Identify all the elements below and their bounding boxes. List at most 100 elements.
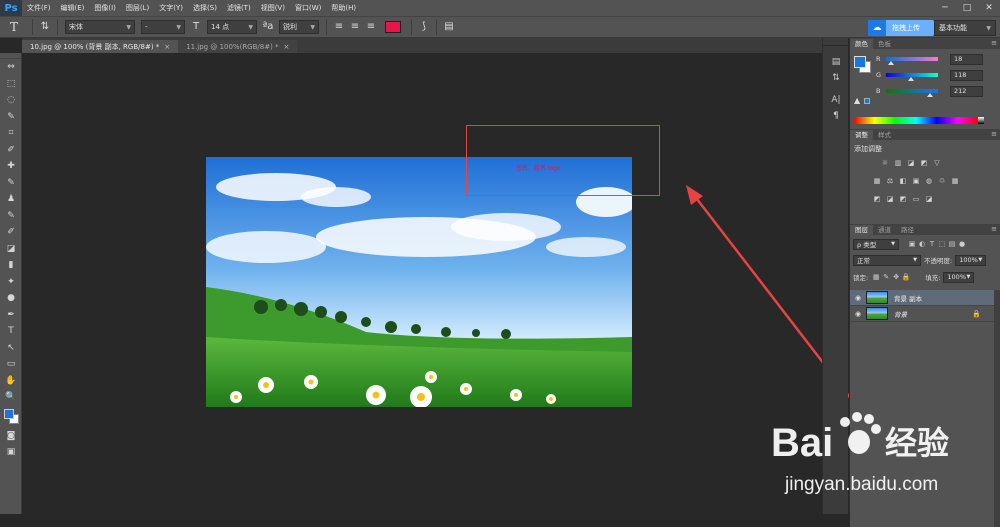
- lock-paint-icon[interactable]: ✎: [881, 273, 891, 281]
- green-slider[interactable]: [886, 73, 938, 81]
- align-center-icon[interactable]: ≡: [347, 19, 363, 35]
- photo-filter-icon[interactable]: ◍: [924, 176, 934, 186]
- lock-transparent-icon[interactable]: ▦: [871, 273, 881, 281]
- tool-preset-icon[interactable]: ⇅: [823, 70, 849, 86]
- curves-icon[interactable]: ◪: [906, 158, 916, 168]
- gamut-swatch[interactable]: [864, 98, 870, 104]
- dodge-tool-icon[interactable]: ✦: [0, 274, 22, 291]
- tab-color[interactable]: 颜色: [850, 39, 873, 49]
- brightness-icon[interactable]: ☼: [880, 158, 890, 168]
- eye-icon[interactable]: ◉: [850, 294, 866, 302]
- stamp-tool-icon[interactable]: ♟: [0, 191, 22, 208]
- pen-tool-icon[interactable]: ✒: [0, 307, 22, 324]
- path-select-tool-icon[interactable]: ↖: [0, 340, 22, 357]
- levels-icon[interactable]: ▥: [893, 158, 903, 168]
- marquee-tool-icon[interactable]: ⬚: [0, 76, 22, 93]
- blue-slider[interactable]: [886, 89, 938, 97]
- history-brush-icon[interactable]: ✎: [0, 208, 22, 225]
- type-tool-icon[interactable]: T: [0, 20, 28, 34]
- posterize-icon[interactable]: ◪: [885, 194, 895, 204]
- foreground-color[interactable]: [4, 408, 14, 419]
- close-icon[interactable]: ×: [164, 43, 170, 51]
- red-slider[interactable]: [886, 57, 938, 65]
- close-icon[interactable]: ×: [284, 43, 290, 51]
- panel-menu-icon[interactable]: ≡: [991, 130, 997, 138]
- gradient-triangle-icon[interactable]: ▽: [932, 158, 942, 168]
- tab-paths[interactable]: 路径: [896, 225, 919, 235]
- maximize-button[interactable]: □: [956, 0, 978, 16]
- menu-item[interactable]: 文件(F): [22, 3, 56, 13]
- hue-saturation-icon[interactable]: ⚖: [885, 176, 895, 186]
- history-icon[interactable]: ▤: [823, 54, 849, 70]
- green-value-input[interactable]: 118: [950, 69, 983, 81]
- quick-select-tool-icon[interactable]: ✎: [0, 109, 22, 126]
- align-right-icon[interactable]: ≡: [363, 19, 379, 35]
- black-white-icon[interactable]: ▣: [911, 176, 921, 186]
- filter-smart-icon[interactable]: ▤: [947, 240, 957, 248]
- fill-input[interactable]: 100% ▼: [943, 271, 975, 283]
- cloud-upload-button[interactable]: ☁ 拖拽上传: [868, 20, 934, 36]
- menu-item[interactable]: 窗口(W): [290, 3, 326, 13]
- slider-thumb[interactable]: [888, 61, 894, 65]
- tab-styles[interactable]: 样式: [873, 130, 896, 140]
- paragraph-icon[interactable]: ¶: [823, 108, 849, 124]
- menu-item[interactable]: 视图(V): [256, 3, 290, 13]
- screen-mode-icon[interactable]: ▣: [0, 444, 22, 461]
- font-style-select[interactable]: - ▼: [141, 20, 185, 34]
- slider-thumb[interactable]: [908, 77, 914, 81]
- lasso-tool-icon[interactable]: ◌: [0, 92, 22, 109]
- color-spectrum[interactable]: [854, 117, 978, 124]
- filter-pixel-icon[interactable]: ▣: [907, 240, 917, 248]
- lock-move-icon[interactable]: ✥: [891, 273, 901, 281]
- color-panel-foreground[interactable]: [854, 56, 866, 68]
- warp-text-icon[interactable]: ⟆: [416, 19, 432, 35]
- character-panel-icon[interactable]: ▤: [441, 19, 457, 35]
- invert-icon[interactable]: ◩: [872, 194, 882, 204]
- layer-kind-select[interactable]: ρ 类型 ▼: [853, 238, 899, 250]
- blue-value-input[interactable]: 212: [950, 85, 983, 97]
- color-swatches[interactable]: [0, 406, 22, 428]
- menu-item[interactable]: 滤镜(T): [222, 3, 256, 13]
- color-lookup-icon[interactable]: ▦: [950, 176, 960, 186]
- workspace-select[interactable]: 基本功能 ▼: [934, 20, 996, 36]
- font-family-select[interactable]: 宋体 ▼: [65, 20, 135, 34]
- layer-row[interactable]: ◉ 背景 副本: [850, 290, 1000, 306]
- vibrance-icon[interactable]: ▦: [872, 176, 882, 186]
- menu-item[interactable]: 编辑(E): [56, 3, 90, 13]
- tab-adjustments[interactable]: 调整: [850, 130, 873, 140]
- quick-mask-icon[interactable]: ◙: [0, 428, 22, 445]
- threshold-icon[interactable]: ◩: [898, 194, 908, 204]
- tab-swatches[interactable]: 色板: [873, 39, 896, 49]
- filter-toggle-icon[interactable]: ●: [957, 240, 967, 248]
- filter-type-icon[interactable]: T: [927, 240, 937, 248]
- menu-item[interactable]: 图像(I): [89, 3, 121, 13]
- type-tool-icon[interactable]: T: [0, 323, 22, 340]
- menu-item[interactable]: 帮助(H): [326, 3, 361, 13]
- antialias-select[interactable]: 锐利 ▼: [279, 20, 319, 34]
- slider-thumb[interactable]: [927, 93, 933, 97]
- text-color-swatch[interactable]: [385, 21, 401, 33]
- red-value-input[interactable]: 18: [950, 53, 983, 65]
- panel-menu-icon[interactable]: ≡: [991, 39, 997, 47]
- healing-tool-icon[interactable]: ✚: [0, 158, 22, 175]
- tab-layers[interactable]: 图层: [850, 225, 873, 235]
- close-button[interactable]: ✕: [978, 0, 1000, 16]
- gradient-map-icon[interactable]: ▭: [911, 194, 921, 204]
- tab-channels[interactable]: 通道: [873, 225, 896, 235]
- gradient-tool-icon[interactable]: ◪: [0, 241, 22, 258]
- minimize-button[interactable]: ─: [934, 0, 956, 16]
- eyedropper-tool-icon[interactable]: ✐: [0, 142, 22, 159]
- character-icon[interactable]: A|: [823, 92, 849, 108]
- color-balance-icon[interactable]: ◧: [898, 176, 908, 186]
- lock-all-icon[interactable]: 🔒: [901, 273, 911, 281]
- blur-tool-icon[interactable]: ▮: [0, 257, 22, 274]
- eraser-tool-icon[interactable]: ✐: [0, 224, 22, 241]
- layer-row[interactable]: ◉ 背景 🔒: [850, 306, 1000, 322]
- exposure-icon[interactable]: ◩: [919, 158, 929, 168]
- menu-item[interactable]: 文字(Y): [154, 3, 188, 13]
- hand-tool-icon[interactable]: ✋: [0, 373, 22, 390]
- blend-mode-select[interactable]: 正常 ▼: [853, 254, 921, 266]
- zoom-tool-icon[interactable]: 🔍: [0, 389, 22, 406]
- channel-mixer-icon[interactable]: ♲: [937, 176, 947, 186]
- layers-scrollbar[interactable]: [994, 290, 1000, 527]
